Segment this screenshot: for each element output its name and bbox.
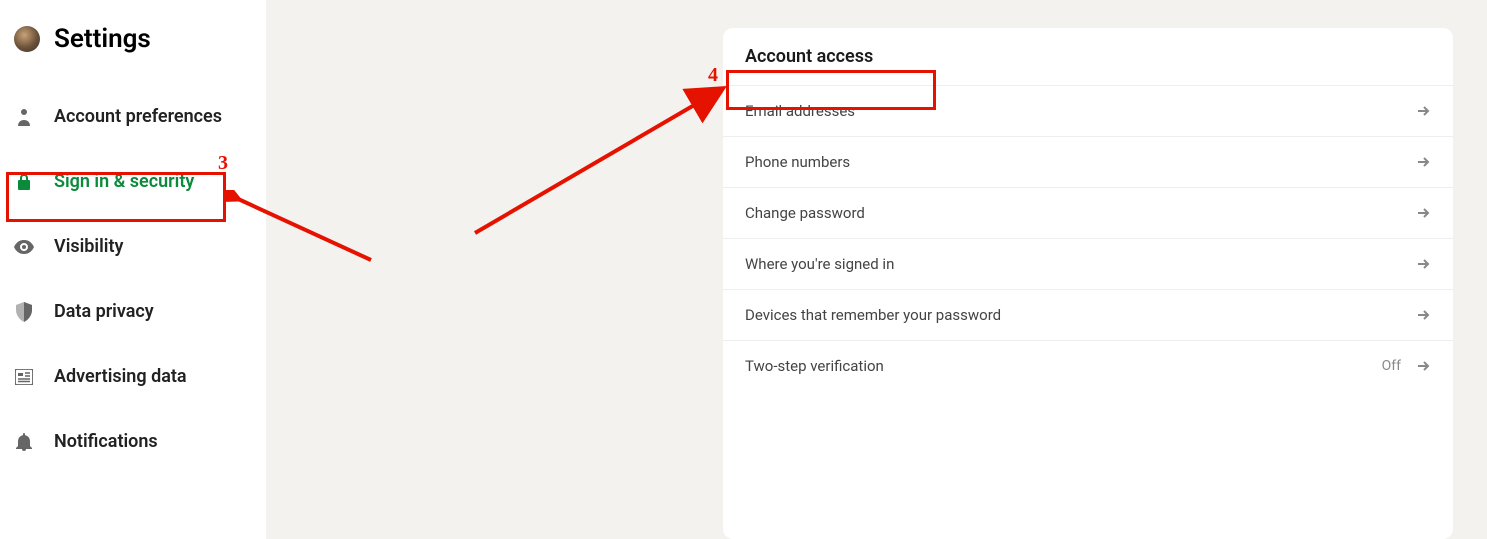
sidebar-item-data-privacy[interactable]: Data privacy [0, 279, 266, 344]
sidebar-item-account-preferences[interactable]: Account preferences [0, 84, 266, 149]
row-label: Where you're signed in [745, 255, 894, 273]
row-label: Two-step verification [745, 357, 884, 375]
sidebar-header: Settings [0, 24, 266, 84]
person-icon [14, 108, 34, 126]
sidebar-item-notifications[interactable]: Notifications [0, 409, 266, 474]
settings-sidebar: Settings Account preferences Sign in & s… [0, 0, 266, 539]
sidebar-item-label: Visibility [54, 236, 123, 257]
sidebar-item-label: Advertising data [54, 366, 187, 387]
bell-icon [14, 433, 34, 451]
chevron-right-icon [1415, 205, 1431, 221]
row-devices-remember-password[interactable]: Devices that remember your password [723, 289, 1453, 340]
row-where-signed-in[interactable]: Where you're signed in [723, 238, 1453, 289]
newspaper-icon [14, 369, 34, 385]
sidebar-item-label: Account preferences [54, 106, 222, 127]
row-phone-numbers[interactable]: Phone numbers [723, 136, 1453, 187]
row-label: Email addresses [745, 102, 855, 120]
row-change-password[interactable]: Change password [723, 187, 1453, 238]
sidebar-item-label: Notifications [54, 431, 158, 452]
row-email-addresses[interactable]: Email addresses [723, 85, 1453, 136]
card-title: Account access [723, 28, 1453, 85]
sidebar-item-label: Sign in & security [54, 171, 194, 192]
chevron-right-icon [1415, 307, 1431, 323]
shield-icon [14, 302, 34, 322]
chevron-right-icon [1415, 103, 1431, 119]
main-content: Account access Email addresses Phone num… [266, 0, 1487, 539]
sidebar-item-advertising-data[interactable]: Advertising data [0, 344, 266, 409]
sidebar-item-visibility[interactable]: Visibility [0, 214, 266, 279]
page-title: Settings [54, 24, 151, 54]
avatar[interactable] [14, 26, 40, 52]
row-label: Phone numbers [745, 153, 850, 171]
eye-icon [14, 240, 34, 254]
account-access-card: Account access Email addresses Phone num… [723, 28, 1453, 539]
lock-icon [14, 173, 34, 191]
row-two-step-verification[interactable]: Two-step verification Off [723, 340, 1453, 391]
row-status: Off [1382, 358, 1401, 374]
chevron-right-icon [1415, 256, 1431, 272]
row-label: Change password [745, 204, 865, 222]
chevron-right-icon [1415, 358, 1431, 374]
row-label: Devices that remember your password [745, 306, 1001, 324]
sidebar-item-sign-in-security[interactable]: Sign in & security [0, 149, 266, 214]
chevron-right-icon [1415, 154, 1431, 170]
sidebar-item-label: Data privacy [54, 301, 154, 322]
